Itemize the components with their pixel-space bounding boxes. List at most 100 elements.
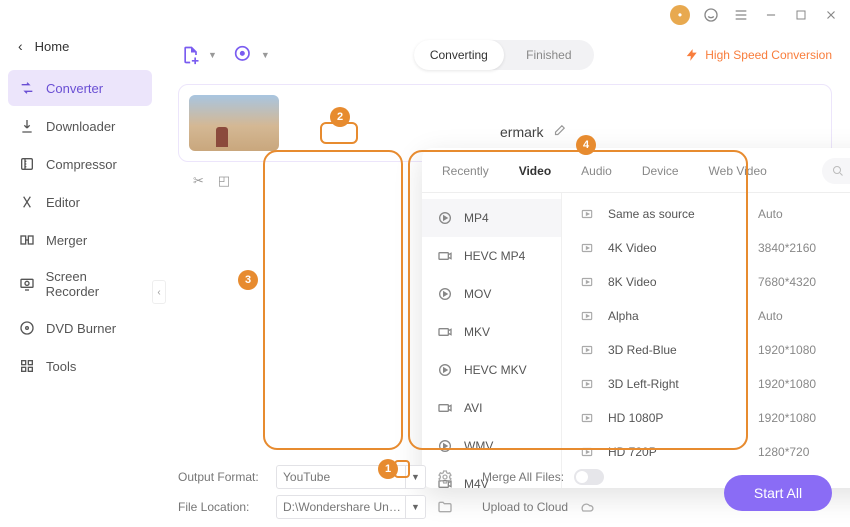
merge-toggle[interactable]	[574, 469, 604, 485]
add-file-button[interactable]	[178, 42, 204, 68]
preset-name: HD 1080P	[608, 411, 758, 425]
preset-resolution: Auto	[758, 207, 850, 221]
sidebar-item-label: Converter	[46, 81, 103, 96]
gear-icon[interactable]	[436, 469, 454, 485]
format-tab-audio[interactable]: Audio	[575, 160, 618, 182]
trim-icon[interactable]: ✂	[193, 173, 204, 189]
minimize-icon[interactable]	[762, 6, 780, 24]
sidebar-item-converter[interactable]: Converter	[8, 70, 152, 106]
format-item-hevc-mp4[interactable]: HEVC MP4	[422, 237, 561, 275]
folder-icon[interactable]	[436, 499, 454, 515]
maximize-icon[interactable]	[792, 6, 810, 24]
support-icon[interactable]	[702, 6, 720, 24]
preset-item[interactable]: 8K Video7680*4320	[562, 265, 850, 299]
format-item-mov[interactable]: MOV	[422, 275, 561, 313]
format-icon	[436, 437, 454, 455]
preset-item[interactable]: 3D Left-Right1920*1080	[562, 367, 850, 401]
format-tab-device[interactable]: Device	[636, 160, 685, 182]
high-speed-link[interactable]: High Speed Conversion	[685, 48, 832, 62]
preset-icon	[580, 275, 600, 289]
format-tab-recently[interactable]: Recently	[436, 160, 495, 182]
preset-item[interactable]: Same as sourceAuto	[562, 197, 850, 231]
preset-item[interactable]: 3D Red-Blue1920*1080	[562, 333, 850, 367]
sidebar-item-label: Merger	[46, 233, 87, 248]
file-location-value: D:\Wondershare UniConverter 1	[283, 500, 403, 514]
sidebar-item-dvd-burner[interactable]: DVD Burner	[8, 310, 152, 346]
merge-label: Merge All Files:	[482, 470, 564, 484]
cloud-icon[interactable]	[578, 499, 596, 515]
status-segmented: Converting Finished	[414, 40, 594, 70]
high-speed-label: High Speed Conversion	[705, 48, 832, 62]
annotation-1: 1	[378, 459, 398, 479]
format-item-mkv[interactable]: MKV	[422, 313, 561, 351]
add-dvd-button[interactable]	[231, 42, 257, 68]
sidebar-item-tools[interactable]: Tools	[8, 348, 152, 384]
sidebar-item-merger[interactable]: Merger	[8, 222, 152, 258]
search-icon	[832, 165, 844, 177]
content: ▼ ▼ Converting Finished High Speed Conve…	[160, 30, 850, 455]
preset-item[interactable]: HD 1080P1920*1080	[562, 401, 850, 435]
add-file-dropdown[interactable]: ▼	[208, 50, 217, 60]
sidebar-item-screen-recorder-icon	[18, 275, 36, 293]
sidebar: ‹ Home Converter Downloader Compressor Edit…	[0, 30, 160, 455]
preset-item[interactable]: HD 720P1280*720	[562, 435, 850, 469]
back-label: Home	[35, 39, 70, 54]
titlebar: •	[0, 0, 850, 30]
file-location-select[interactable]: D:\Wondershare UniConverter 1 ▼	[276, 495, 426, 519]
tab-finished[interactable]: Finished	[504, 40, 594, 70]
format-item-mp4[interactable]: MP4	[422, 199, 561, 237]
preset-icon	[580, 241, 600, 255]
format-label: HEVC MP4	[464, 249, 525, 263]
sidebar-item-editor[interactable]: Editor	[8, 184, 152, 220]
edit-title-icon[interactable]	[552, 124, 566, 138]
format-icon	[436, 285, 454, 303]
format-label: MKV	[464, 325, 490, 339]
sidebar-item-screen-recorder[interactable]: Screen Recorder	[8, 260, 152, 308]
format-item-hevc-mkv[interactable]: HEVC MKV	[422, 351, 561, 389]
preset-name: Alpha	[608, 309, 758, 323]
crop-icon[interactable]: ◰	[218, 173, 230, 189]
start-all-button[interactable]: Start All	[724, 475, 832, 511]
annotation-2: 2	[330, 107, 350, 127]
preset-name: Same as source	[608, 207, 758, 221]
sidebar-item-compressor[interactable]: Compressor	[8, 146, 152, 182]
format-icon	[436, 209, 454, 227]
avatar[interactable]: •	[670, 5, 690, 25]
output-format-select[interactable]: YouTube ▼	[276, 465, 426, 489]
preset-icon	[580, 377, 600, 391]
preset-item[interactable]: AlphaAuto	[562, 299, 850, 333]
footer: Output Format: YouTube ▼ Merge All Files…	[178, 465, 832, 517]
tab-converting[interactable]: Converting	[414, 40, 504, 70]
preset-list: Same as sourceAuto4K Video3840*21608K Vi…	[562, 193, 850, 488]
toolbar: ▼ ▼ Converting Finished High Speed Conve…	[178, 30, 832, 80]
format-item-wmv[interactable]: WMV	[422, 427, 561, 465]
format-tab-web-video[interactable]: Web Video	[703, 160, 773, 182]
preset-icon	[580, 411, 600, 425]
close-icon[interactable]	[822, 6, 840, 24]
preset-icon	[580, 445, 600, 459]
sidebar-item-converter-icon	[18, 79, 36, 97]
format-tab-video[interactable]: Video	[513, 160, 557, 182]
add-dvd-dropdown[interactable]: ▼	[261, 50, 270, 60]
format-label: AVI	[464, 401, 482, 415]
format-item-avi[interactable]: AVI	[422, 389, 561, 427]
format-search[interactable]	[822, 158, 850, 184]
sidebar-item-label: Editor	[46, 195, 80, 210]
annotation-3: 3	[238, 270, 258, 290]
back-button[interactable]: ‹ Home	[8, 30, 152, 62]
preset-item[interactable]: 4K Video3840*2160	[562, 231, 850, 265]
chevron-down-icon[interactable]: ▼	[405, 496, 425, 518]
sidebar-item-downloader-icon	[18, 117, 36, 135]
format-icon	[436, 361, 454, 379]
sidebar-item-compressor-icon	[18, 155, 36, 173]
preset-resolution: 3840*2160	[758, 241, 850, 255]
sidebar-item-downloader[interactable]: Downloader	[8, 108, 152, 144]
output-format-label: Output Format:	[178, 470, 266, 484]
sidebar-item-label: Downloader	[46, 119, 115, 134]
sidebar-item-merger-icon	[18, 231, 36, 249]
preset-resolution: Auto	[758, 309, 850, 323]
sidebar-item-label: Compressor	[46, 157, 117, 172]
menu-icon[interactable]	[732, 6, 750, 24]
file-location-label: File Location:	[178, 500, 266, 514]
chevron-down-icon[interactable]: ▼	[405, 466, 425, 488]
